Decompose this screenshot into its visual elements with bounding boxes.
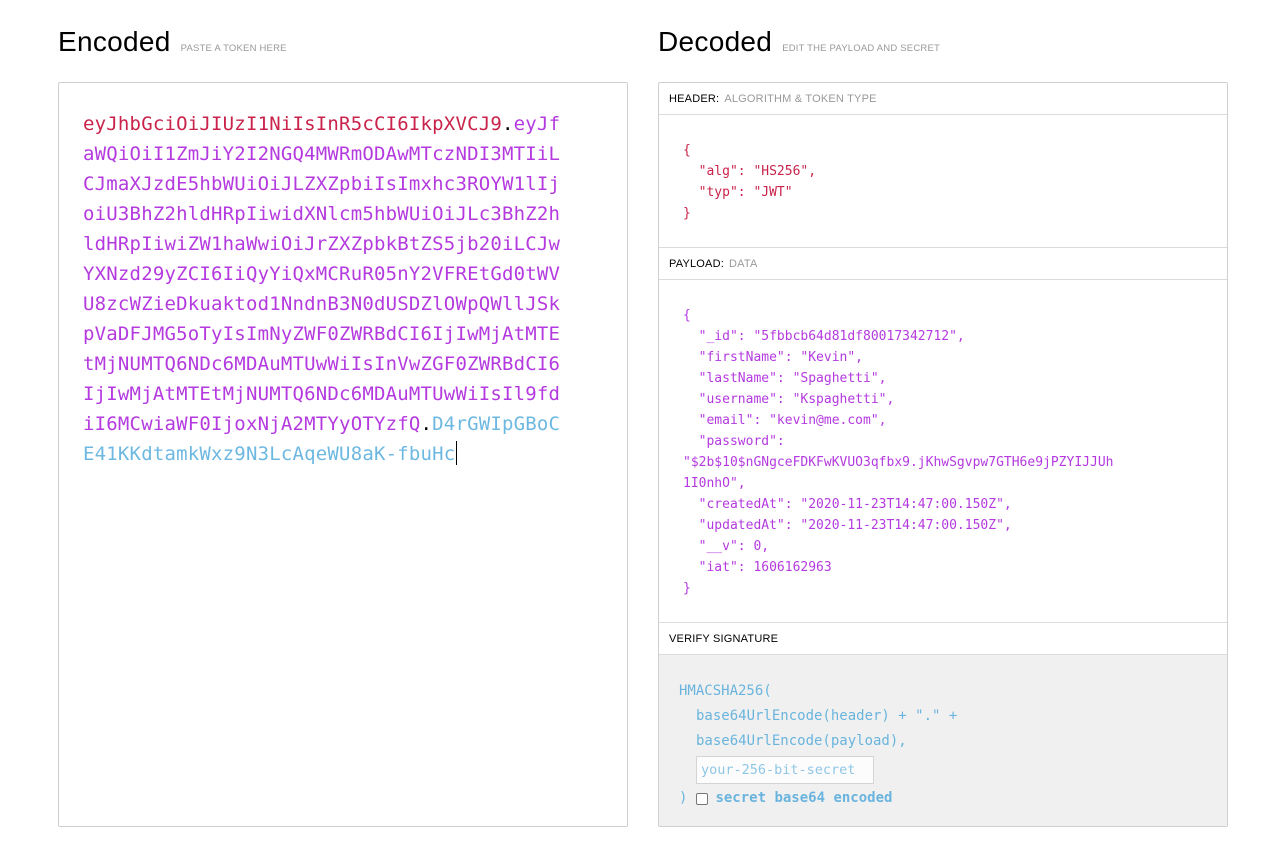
header-json-editor[interactable]: { "alg": "HS256", "typ": "JWT" }	[659, 115, 1227, 248]
header-json-line: {	[683, 143, 691, 158]
decoded-title: Decoded	[658, 26, 773, 57]
payload-json-editor[interactable]: { "_id": "5fbbcb64d81df80017342712", "fi…	[659, 280, 1227, 623]
hmac-function-close: )	[679, 790, 688, 806]
payload-json-line: "firstName": "Kevin",	[683, 350, 864, 365]
payload-section-hint: DATA	[729, 257, 758, 270]
payload-json-line: "createdAt": "2020-11-23T14:47:00.150Z",	[683, 497, 1012, 512]
secret-input[interactable]	[696, 756, 874, 784]
payload-section-head: PAYLOAD: DATA	[659, 248, 1227, 280]
hmac-function-open: HMACSHA256(	[679, 683, 772, 699]
encoded-token-editor[interactable]: eyJhbGciOiJIUzI1NiIsInR5cCI6IkpXVCJ9.eyJ…	[58, 82, 628, 827]
token-text[interactable]: eyJhbGciOiJIUzI1NiIsInR5cCI6IkpXVCJ9.eyJ…	[83, 109, 563, 469]
payload-json-line: "username": "Kspaghetti",	[683, 392, 895, 407]
payload-section-label: PAYLOAD:	[669, 257, 724, 270]
token-header-part: eyJhbGciOiJIUzI1NiIsInR5cCI6IkpXVCJ9	[83, 113, 503, 135]
hmac-arg-header: base64UrlEncode(header) + "." +	[696, 708, 958, 724]
verify-signature-body: HMACSHA256( base64UrlEncode(header) + ".…	[659, 655, 1227, 826]
token-dot-2: .	[420, 413, 433, 435]
hmac-arg-payload: base64UrlEncode(payload),	[696, 733, 907, 749]
decoded-panel: HEADER: ALGORITHM & TOKEN TYPE { "alg": …	[658, 82, 1228, 827]
payload-json-line: "email": "kevin@me.com",	[683, 413, 887, 428]
base64-encoded-label[interactable]: secret base64 encoded	[715, 786, 892, 811]
base64-encoded-checkbox[interactable]	[696, 792, 709, 805]
decoded-heading: Decoded EDIT THE PAYLOAD AND SECRET	[658, 26, 940, 58]
payload-json-line: }	[683, 581, 691, 596]
decoded-subtitle: EDIT THE PAYLOAD AND SECRET	[782, 43, 940, 54]
header-json-line: "alg": "HS256",	[683, 164, 817, 179]
payload-json-line: "password":	[683, 434, 785, 449]
verify-section-head: VERIFY SIGNATURE	[659, 623, 1227, 655]
encoded-subtitle: PASTE A TOKEN HERE	[180, 43, 287, 54]
token-payload-part: eyJfaWQiOiI1ZmJiY2I2NGQ4MWRmODAwMTczNDI3…	[83, 113, 561, 435]
header-json-line: "typ": "JWT"	[683, 185, 793, 200]
payload-json-line: "iat": 1606162963	[683, 560, 832, 575]
header-json-line: }	[683, 206, 691, 221]
encoded-heading: Encoded PASTE A TOKEN HERE	[58, 26, 287, 58]
verify-section-label: VERIFY SIGNATURE	[669, 632, 779, 645]
hmac-close-row: ) secret base64 encoded	[679, 786, 1207, 811]
encoded-title: Encoded	[58, 26, 171, 57]
payload-json-line: 1I0nhO",	[683, 476, 746, 491]
token-dot-1: .	[502, 113, 514, 135]
payload-json-line: "_id": "5fbbcb64d81df80017342712",	[683, 329, 965, 344]
header-section-hint: ALGORITHM & TOKEN TYPE	[724, 92, 877, 105]
payload-json-line: "updatedAt": "2020-11-23T14:47:00.150Z",	[683, 518, 1012, 533]
text-caret	[456, 441, 458, 465]
header-section-head: HEADER: ALGORITHM & TOKEN TYPE	[659, 83, 1227, 115]
payload-json-line: "lastName": "Spaghetti",	[683, 371, 887, 386]
payload-json-line: "__v": 0,	[683, 539, 770, 554]
header-section-label: HEADER:	[669, 92, 720, 105]
payload-json-line: {	[683, 308, 691, 323]
payload-json-line: "$2b$10$nGNgceFDKFwKVUO3qfbx9.jKhwSgvpw7…	[683, 455, 1114, 470]
